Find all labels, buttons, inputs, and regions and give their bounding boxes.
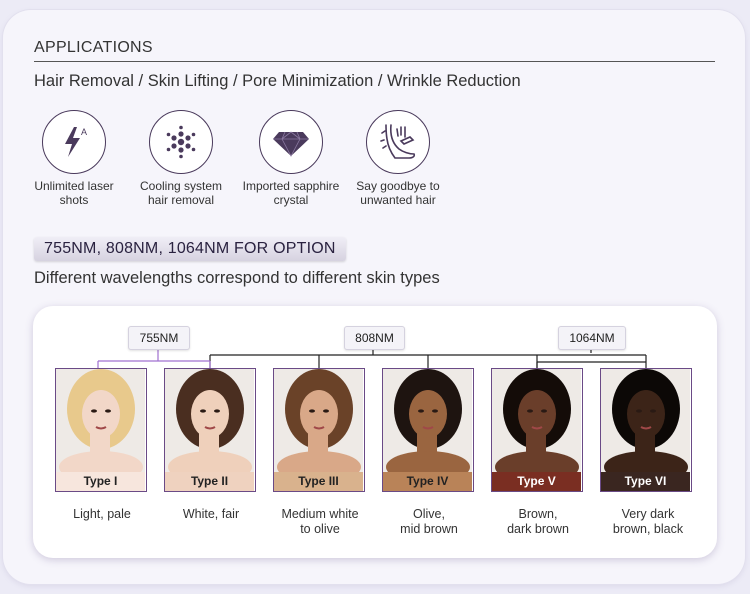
skin-type-portrait: [601, 369, 690, 472]
bracket-1064: [536, 347, 647, 368]
bracket-755: [97, 347, 211, 368]
skin-type-card: Type IV: [382, 368, 474, 492]
skin-type-description: White, fair: [182, 507, 240, 521]
bracket-808: [209, 347, 646, 368]
skin-type-label: Type IV: [383, 472, 472, 491]
skin-type-portrait: [492, 369, 581, 472]
skin-type-card: Type III: [273, 368, 365, 492]
skin-type-description: Light, pale: [73, 507, 131, 521]
skin-type-description: Olive, mid brown: [400, 507, 458, 536]
skin-type-card: Type I: [55, 368, 147, 492]
wavelength-bracket-lines: [97, 347, 647, 368]
wavelength-tag-808: 808NM: [344, 326, 405, 350]
skin-type-label: Type VI: [601, 472, 690, 491]
skin-type-portrait: [165, 369, 254, 472]
wavelength-tag-755: 755NM: [128, 326, 190, 350]
skin-type-label: Type V: [492, 472, 581, 491]
skin-type-label: Type II: [165, 472, 254, 491]
skin-type-description: Medium white to olive: [281, 507, 359, 536]
skin-type-label: Type I: [56, 472, 145, 491]
skin-type-card: Type V: [491, 368, 583, 492]
skin-type-description: Very dark brown, black: [612, 507, 684, 536]
skin-type-description: Brown, dark brown: [507, 507, 569, 536]
skin-type-card: Type VI: [600, 368, 692, 492]
skin-type-label: Type III: [274, 472, 363, 491]
wavelength-tag-1064: 1064NM: [558, 326, 626, 350]
skin-type-portrait: [56, 369, 145, 472]
skin-type-card: Type II: [164, 368, 256, 492]
skin-type-portrait: [274, 369, 363, 472]
skin-type-portrait: [383, 369, 472, 472]
